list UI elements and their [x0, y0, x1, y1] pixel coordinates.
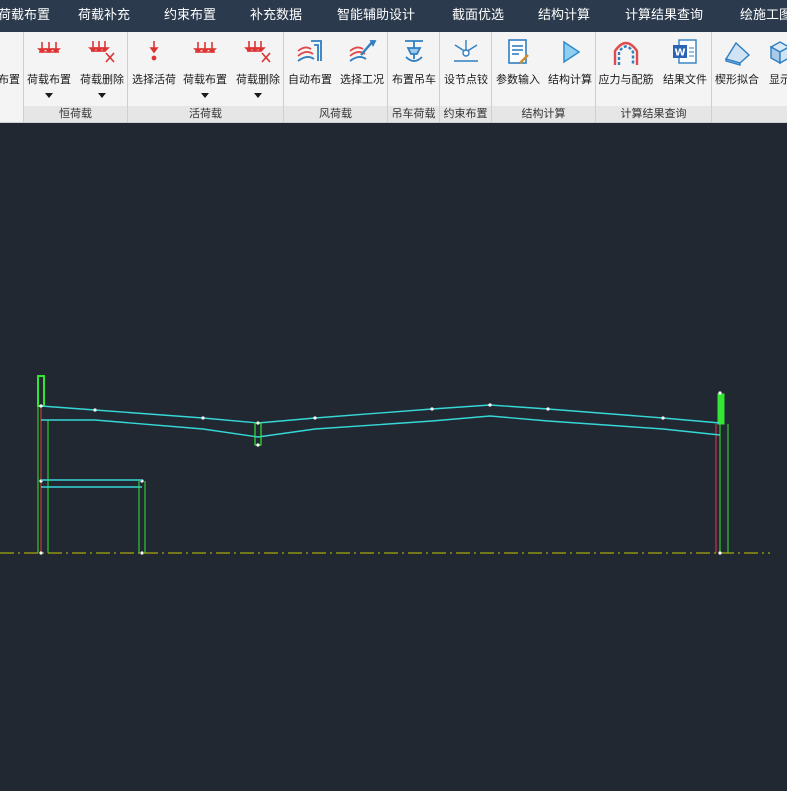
document-edit-icon — [502, 36, 534, 68]
chevron-down-icon[interactable] — [254, 93, 262, 98]
load-arrows-icon — [0, 36, 25, 68]
stress-arch-icon — [610, 36, 642, 68]
node-point[interactable] — [39, 551, 43, 555]
right-column-top[interactable] — [717, 393, 725, 425]
menu-supplement-data[interactable]: 补充数据 — [250, 0, 302, 32]
tool-wind-select-case[interactable]: 选择工况 — [336, 36, 388, 106]
tool-select-live-load[interactable]: 选择活荷 — [128, 36, 180, 106]
wind-select-icon — [346, 36, 378, 68]
load-arrows-icon — [33, 36, 65, 68]
menu-constraint-layout[interactable]: 约束布置 — [164, 0, 216, 32]
node-point[interactable] — [661, 416, 665, 420]
drawing-canvas[interactable] — [0, 123, 787, 787]
menu-section-optimize[interactable]: 截面优选 — [452, 0, 504, 32]
chevron-down-icon[interactable] — [45, 93, 53, 98]
cube-icon — [764, 36, 787, 68]
node-point[interactable] — [256, 421, 260, 425]
tool-param-input[interactable]: 参数输入 — [492, 36, 544, 106]
wind-icon — [294, 36, 326, 68]
menu-result-query[interactable]: 计算结果查询 — [625, 0, 703, 32]
load-arrows-icon — [189, 36, 221, 68]
single-arrow-icon — [138, 36, 170, 68]
tool-wind-auto[interactable]: 自动布置 — [284, 36, 336, 106]
tool-live-load-delete[interactable]: 荷载删除 — [232, 36, 284, 106]
node-point[interactable] — [488, 403, 492, 407]
group-label-crane-load: 吊车荷载 — [388, 106, 439, 122]
word-file-icon: W — [669, 36, 701, 68]
ribbon-toolbar: 布置 荷载布置 荷载删除 选择活荷 荷载布置 荷载删除 自动布置 选择工况 布置… — [0, 32, 787, 123]
node-point[interactable] — [313, 416, 317, 420]
left-column-top[interactable] — [37, 375, 45, 407]
group-label-structure-calc: 结构计算 — [492, 106, 595, 122]
hinge-icon — [450, 36, 482, 68]
tool-set-hinge[interactable]: 设节点铰 — [440, 36, 492, 106]
group-label-more — [712, 106, 787, 122]
node-point[interactable] — [201, 416, 205, 420]
tool-result-file[interactable]: W 结果文件 — [659, 36, 711, 106]
tool-stress-rebar[interactable]: 应力与配筋 — [596, 36, 656, 106]
rafter-top-line[interactable] — [40, 404, 721, 424]
tool-structure-calc[interactable]: 结构计算 — [544, 36, 596, 106]
frame-drawing — [0, 375, 770, 555]
chevron-down-icon[interactable] — [98, 93, 106, 98]
tool-wedge-fit[interactable]: 楔形拟合 — [711, 36, 763, 106]
node-point[interactable] — [39, 404, 43, 408]
crane-icon — [398, 36, 430, 68]
menu-load-layout[interactable]: 荷载布置 — [0, 0, 50, 32]
tool-dead-load-delete[interactable]: 荷载删除 — [76, 36, 128, 106]
group-label-wind-load: 风荷载 — [284, 106, 387, 122]
tool-place-crane[interactable]: 布置吊车 — [388, 36, 440, 106]
svg-text:W: W — [674, 48, 685, 59]
menu-structure-calc[interactable]: 结构计算 — [538, 0, 590, 32]
menu-smart-design[interactable]: 智能辅助设计 — [337, 0, 415, 32]
menu-bar: 荷载布置 荷载补充 约束布置 补充数据 智能辅助设计 截面优选 结构计算 计算结… — [0, 0, 787, 32]
group-label-live-load: 活荷载 — [128, 106, 283, 122]
node-point[interactable] — [140, 551, 144, 555]
tool-place-partial[interactable]: 布置 — [0, 36, 24, 106]
node-point[interactable] — [430, 407, 434, 411]
rafter-bottom-line[interactable] — [41, 415, 721, 438]
menu-load-supplement[interactable]: 荷载补充 — [78, 0, 130, 32]
chevron-down-icon[interactable] — [201, 93, 209, 98]
group-label-result-query: 计算结果查询 — [596, 106, 711, 122]
node-point[interactable] — [256, 443, 260, 447]
node-point[interactable] — [546, 407, 550, 411]
play-icon — [554, 36, 586, 68]
group-label-dead-load: 恒荷载 — [24, 106, 127, 122]
menu-drawings[interactable]: 绘施工图 — [740, 0, 787, 32]
group-label-constraint: 约束布置 — [440, 106, 491, 122]
valley-post[interactable] — [254, 422, 262, 446]
load-delete-icon — [86, 36, 118, 68]
tool-display[interactable]: 显示 — [764, 36, 787, 106]
wedge-icon — [721, 36, 753, 68]
node-point[interactable] — [93, 408, 97, 412]
tool-dead-load-place[interactable]: 荷载布置 — [24, 36, 74, 106]
tool-live-load-place[interactable]: 荷载布置 — [180, 36, 230, 106]
node-point[interactable] — [718, 551, 722, 555]
load-delete-icon — [242, 36, 274, 68]
node-point[interactable] — [718, 391, 722, 395]
